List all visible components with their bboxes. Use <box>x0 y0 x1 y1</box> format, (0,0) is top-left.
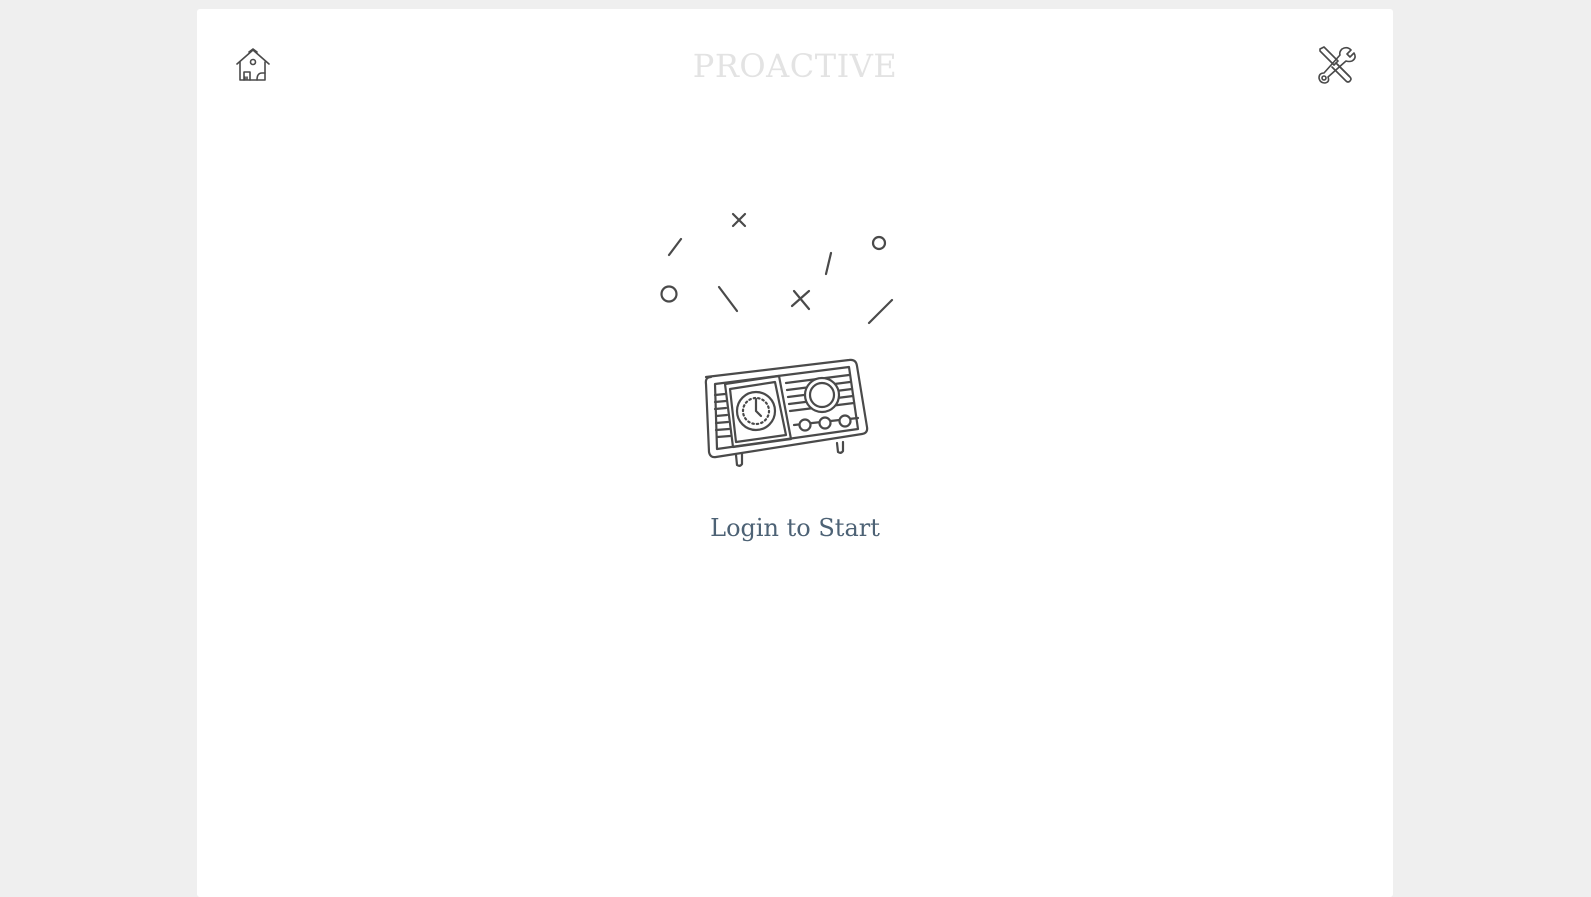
settings-button[interactable] <box>1316 45 1356 85</box>
main-card: PROACTIVE Login to Start <box>197 9 1393 897</box>
login-label[interactable]: Login to Start <box>710 514 880 542</box>
radio-illustration <box>649 199 939 479</box>
tools-icon <box>1318 46 1356 84</box>
app-title: PROACTIVE <box>692 47 898 85</box>
login-link[interactable]: Login to Start <box>197 514 1393 542</box>
